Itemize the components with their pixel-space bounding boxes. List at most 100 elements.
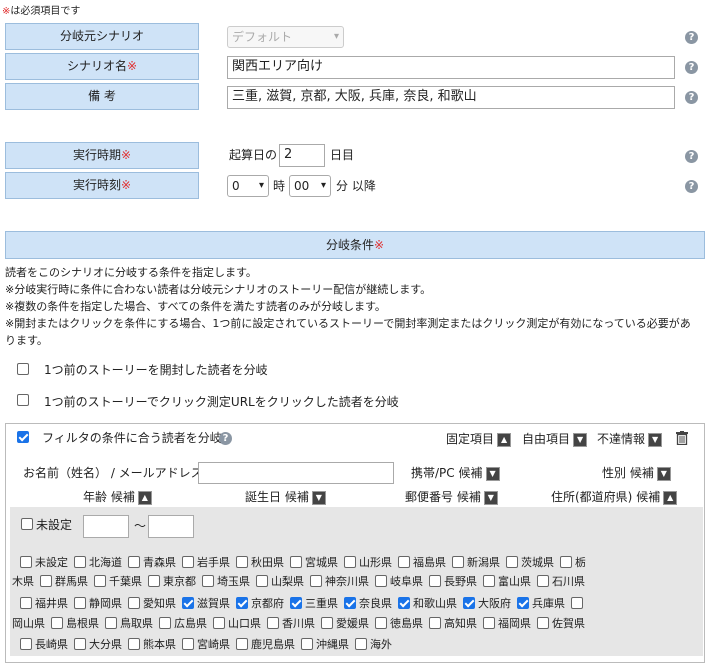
prefecture-checkbox[interactable] [20,556,32,568]
help-icon[interactable]: ? [219,432,232,445]
prefecture-item[interactable]: 京都府 [236,596,284,612]
prefecture-item[interactable]: 香川県 [267,616,315,632]
name-email-input[interactable] [198,462,394,484]
age-from-input[interactable] [83,515,129,538]
gender-filter[interactable]: 性別 候補 ▼ [602,464,671,482]
prefecture-item[interactable]: 岡山県 [12,616,45,632]
prefecture-item[interactable]: 和歌山県 [398,596,457,612]
prefecture-item[interactable]: 新潟県 [452,555,500,571]
scenario-name-input[interactable]: 関西エリア向け [227,56,675,79]
prefecture-checkbox[interactable] [429,575,441,587]
prefecture-checkbox[interactable] [290,597,302,609]
prefecture-item[interactable]: 秋田県 [236,555,284,571]
age-to-input[interactable] [148,515,194,538]
prefecture-checkbox[interactable] [344,556,356,568]
prefecture-item[interactable]: 静岡県 [74,596,122,612]
prefecture-checkbox[interactable] [213,617,225,629]
prefecture-item[interactable]: 広島県 [159,616,207,632]
prefecture-checkbox[interactable] [321,617,333,629]
prefecture-item[interactable]: 沖縄県 [301,637,349,653]
prefecture-checkbox[interactable] [74,556,86,568]
exec-hour-select[interactable]: 0 ▾ [227,175,269,197]
prefecture-checkbox[interactable] [375,575,387,587]
prefecture-checkbox[interactable] [344,597,356,609]
prefecture-checkbox[interactable] [463,597,475,609]
prefecture-item[interactable]: 徳島県 [375,616,423,632]
fixed-items-toggle[interactable]: 固定項目 ▲ [446,430,512,448]
prefecture-item[interactable] [571,596,586,612]
opt-clicked-checkbox[interactable] [17,394,29,406]
prefecture-item[interactable]: 群馬県 [40,574,88,590]
prefecture-item[interactable]: 愛知県 [128,596,176,612]
prefecture-item[interactable]: 愛媛県 [321,616,369,632]
prefecture-item[interactable]: 鹿児島県 [236,637,295,653]
prefecture-checkbox[interactable] [105,617,117,629]
prefecture-checkbox[interactable] [202,575,214,587]
prefecture-item[interactable]: 山形県 [344,555,392,571]
prefecture-checkbox[interactable] [256,575,268,587]
prefecture-item[interactable]: 宮崎県 [182,637,230,653]
prefecture-checkbox[interactable] [128,638,140,650]
prefecture-item[interactable]: 茨城県 [506,555,554,571]
postal-filter[interactable]: 郵便番号 候補 ▼ [405,488,498,506]
prefecture-item[interactable]: 宮城県 [290,555,338,571]
prefecture-checkbox[interactable] [429,617,441,629]
prefecture-checkbox[interactable] [301,638,313,650]
prefecture-checkbox[interactable] [51,617,63,629]
exec-period-day-input[interactable]: 2 [279,144,325,167]
prefecture-item[interactable]: 島根県 [51,616,99,632]
opt-opened-checkbox[interactable] [17,363,29,375]
prefecture-item[interactable]: 山口県 [213,616,261,632]
prefecture-checkbox[interactable] [182,638,194,650]
prefecture-item[interactable]: 神奈川県 [310,574,369,590]
prefecture-item[interactable]: 高知県 [429,616,477,632]
prefecture-checkbox[interactable] [398,597,410,609]
prefecture-checkbox[interactable] [375,617,387,629]
help-icon[interactable]: ? [685,61,698,74]
address-filter[interactable]: 住所(都道府県) 候補 ▲ [551,488,678,506]
prefecture-item[interactable]: 東京都 [148,574,196,590]
prefecture-checkbox[interactable] [310,575,322,587]
prefecture-checkbox[interactable] [290,556,302,568]
prefecture-checkbox[interactable] [267,617,279,629]
prefecture-item[interactable]: 長崎県 [20,637,68,653]
invalid-info-toggle[interactable]: 不達情報 ▼ [597,430,663,448]
prefecture-checkbox[interactable] [128,597,140,609]
prefecture-item[interactable]: 北海道 [74,555,122,571]
prefecture-checkbox[interactable] [355,638,367,650]
prefecture-checkbox[interactable] [20,597,32,609]
prefecture-checkbox[interactable] [182,556,194,568]
help-icon[interactable]: ? [685,91,698,104]
prefecture-checkbox[interactable] [537,575,549,587]
age-unset-checkbox[interactable] [21,518,33,530]
prefecture-item[interactable]: 三重県 [290,596,338,612]
prefecture-item[interactable]: 栃 [560,555,586,571]
prefecture-item[interactable]: 大分県 [74,637,122,653]
prefecture-checkbox[interactable] [236,556,248,568]
prefecture-item[interactable]: 長野県 [429,574,477,590]
prefecture-item[interactable]: 鳥取県 [105,616,153,632]
prefecture-item[interactable]: 熊本県 [128,637,176,653]
trash-icon[interactable] [676,431,688,445]
prefecture-item[interactable]: 千葉県 [94,574,142,590]
prefecture-item[interactable]: 福井県 [20,596,68,612]
prefecture-item[interactable]: 岐阜県 [375,574,423,590]
prefecture-checkbox[interactable] [483,575,495,587]
source-scenario-select[interactable]: デフォルト ▾ [227,26,344,48]
prefecture-checkbox[interactable] [94,575,106,587]
prefecture-checkbox[interactable] [20,638,32,650]
prefecture-checkbox[interactable] [159,617,171,629]
prefecture-checkbox[interactable] [452,556,464,568]
prefecture-checkbox[interactable] [148,575,160,587]
prefecture-item[interactable]: 埼玉県 [202,574,250,590]
prefecture-checkbox[interactable] [537,617,549,629]
prefecture-item[interactable]: 岩手県 [182,555,230,571]
prefecture-checkbox[interactable] [128,556,140,568]
prefecture-item[interactable]: 石川県 [537,574,585,590]
prefecture-checkbox[interactable] [236,638,248,650]
prefecture-item[interactable]: 福島県 [398,555,446,571]
prefecture-item[interactable]: 大阪府 [463,596,511,612]
prefecture-item[interactable]: 福岡県 [483,616,531,632]
prefecture-checkbox[interactable] [74,638,86,650]
prefecture-checkbox[interactable] [517,597,529,609]
